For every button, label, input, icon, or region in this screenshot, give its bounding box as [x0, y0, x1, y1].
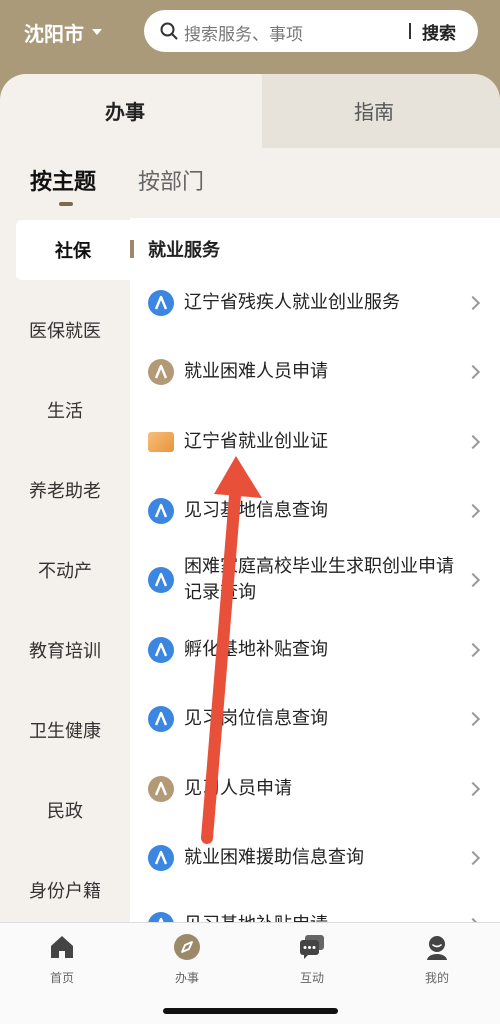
- chevron-right-icon: [465, 711, 481, 727]
- gold-a-icon: [148, 359, 174, 385]
- home-indicator: [163, 1008, 338, 1014]
- sidebar-item-medical-insurance[interactable]: 医保就医: [0, 300, 130, 360]
- tab-services-label: 办事: [105, 100, 145, 124]
- blue-a-icon: [148, 912, 174, 922]
- main-tabs: 指南 办事: [0, 74, 500, 148]
- search-button[interactable]: 搜索: [422, 19, 456, 44]
- tab-by-department[interactable]: 按部门: [138, 164, 204, 196]
- list-item[interactable]: 见习人员申请: [130, 776, 500, 802]
- chevron-right-icon: [465, 295, 481, 311]
- section-header: 就业服务: [130, 236, 220, 262]
- search-divider: [409, 23, 411, 39]
- section-marker: [130, 240, 134, 258]
- chevron-right-icon: [465, 642, 481, 658]
- service-list: 就业服务 辽宁省残疾人就业创业服务 就业困难人员申请 辽宁省就业创业证 见习基地…: [130, 218, 500, 922]
- search-box[interactable]: 搜索服务、事项 搜索: [144, 10, 478, 52]
- list-item-label: 见习岗位信息查询: [184, 708, 328, 729]
- list-item[interactable]: 辽宁省残疾人就业创业服务: [130, 290, 500, 316]
- list-item[interactable]: 见习岗位信息查询: [130, 706, 500, 732]
- sidebar-item-health[interactable]: 卫生健康: [0, 700, 130, 760]
- list-item-label: 见习基地补贴申请: [184, 912, 456, 922]
- header-bar: 沈阳市 搜索服务、事项 搜索: [0, 0, 500, 80]
- list-item[interactable]: 困难家庭高校毕业生求职创业申请记录查询: [130, 554, 500, 606]
- home-icon: [51, 936, 73, 958]
- list-item[interactable]: 就业困难援助信息查询: [130, 845, 500, 871]
- list-item-label: 就业困难援助信息查询: [184, 847, 364, 868]
- nav-home[interactable]: 首页: [22, 933, 102, 985]
- sidebar-item-life[interactable]: 生活: [0, 380, 130, 440]
- compass-icon: [174, 934, 200, 960]
- sidebar-item-education[interactable]: 教育培训: [0, 620, 130, 680]
- blue-a-icon: [148, 567, 174, 593]
- caret-down-icon: [92, 29, 102, 35]
- nav-services-label: 办事: [174, 971, 199, 985]
- tab-guide[interactable]: 指南: [250, 74, 500, 148]
- list-item-label: 见习人员申请: [184, 778, 292, 799]
- list-item-label: 孵化基地补贴查询: [184, 639, 328, 660]
- blue-a-icon: [148, 498, 174, 524]
- nav-interact[interactable]: 互动: [272, 933, 352, 985]
- list-item[interactable]: 就业困难人员申请: [130, 359, 500, 385]
- nav-mine-label: 我的: [424, 971, 449, 985]
- blue-a-icon: [148, 706, 174, 732]
- user-icon: [427, 936, 447, 960]
- list-item-label: 就业困难人员申请: [184, 361, 328, 382]
- sidebar-item-household-registration[interactable]: 身份户籍: [0, 860, 130, 920]
- card-icon: [148, 432, 174, 452]
- search-input[interactable]: 搜索服务、事项: [184, 20, 303, 45]
- sidebar-item-social-security[interactable]: 社保: [16, 220, 130, 280]
- blue-a-icon: [148, 290, 174, 316]
- tab-by-topic[interactable]: 按主题: [30, 164, 96, 196]
- list-item-label: 辽宁省就业创业证: [184, 431, 328, 452]
- city-selector[interactable]: 沈阳市: [24, 16, 102, 48]
- chevron-right-icon: [465, 434, 481, 450]
- list-item-label: 见习基地信息查询: [184, 500, 328, 521]
- section-title: 就业服务: [148, 240, 220, 261]
- nav-services[interactable]: 办事: [147, 933, 227, 985]
- chat-icon: [300, 935, 324, 959]
- list-item[interactable]: 见习基地信息查询: [130, 498, 500, 524]
- tab-guide-label: 指南: [354, 100, 394, 124]
- chevron-right-icon: [465, 364, 481, 380]
- list-item[interactable]: 孵化基地补贴查询: [130, 637, 500, 663]
- chevron-right-icon: [465, 572, 481, 588]
- chevron-right-icon: [465, 850, 481, 866]
- blue-a-icon: [148, 637, 174, 663]
- nav-interact-label: 互动: [299, 971, 324, 985]
- search-icon: [160, 22, 178, 40]
- gold-a-icon: [148, 776, 174, 802]
- sidebar-item-civil-affairs[interactable]: 民政: [0, 780, 130, 840]
- sidebar-item-real-estate[interactable]: 不动产: [0, 540, 130, 600]
- tab-services[interactable]: 办事: [0, 74, 262, 148]
- nav-home-label: 首页: [49, 971, 74, 985]
- category-sidebar: 社保 医保就医 生活 养老助老 不动产 教育培训 卫生健康 民政 身份户籍: [0, 218, 130, 922]
- list-item-label: 辽宁省残疾人就业创业服务: [184, 292, 400, 313]
- list-item-label: 困难家庭高校毕业生求职创业申请记录查询: [184, 556, 454, 603]
- city-label: 沈阳市: [24, 21, 84, 46]
- chevron-right-icon: [465, 781, 481, 797]
- chevron-right-icon: [465, 503, 481, 519]
- sidebar-item-elderly-care[interactable]: 养老助老: [0, 460, 130, 520]
- list-item[interactable]: 辽宁省就业创业证: [130, 429, 500, 455]
- active-tab-indicator: [59, 202, 73, 206]
- nav-mine[interactable]: 我的: [397, 933, 477, 985]
- list-item[interactable]: 见习基地补贴申请: [130, 912, 500, 922]
- topic-tabs: 按主题 按部门: [0, 148, 500, 218]
- blue-a-icon: [148, 845, 174, 871]
- bottom-nav: 首页 办事 互动 我的: [0, 922, 500, 1024]
